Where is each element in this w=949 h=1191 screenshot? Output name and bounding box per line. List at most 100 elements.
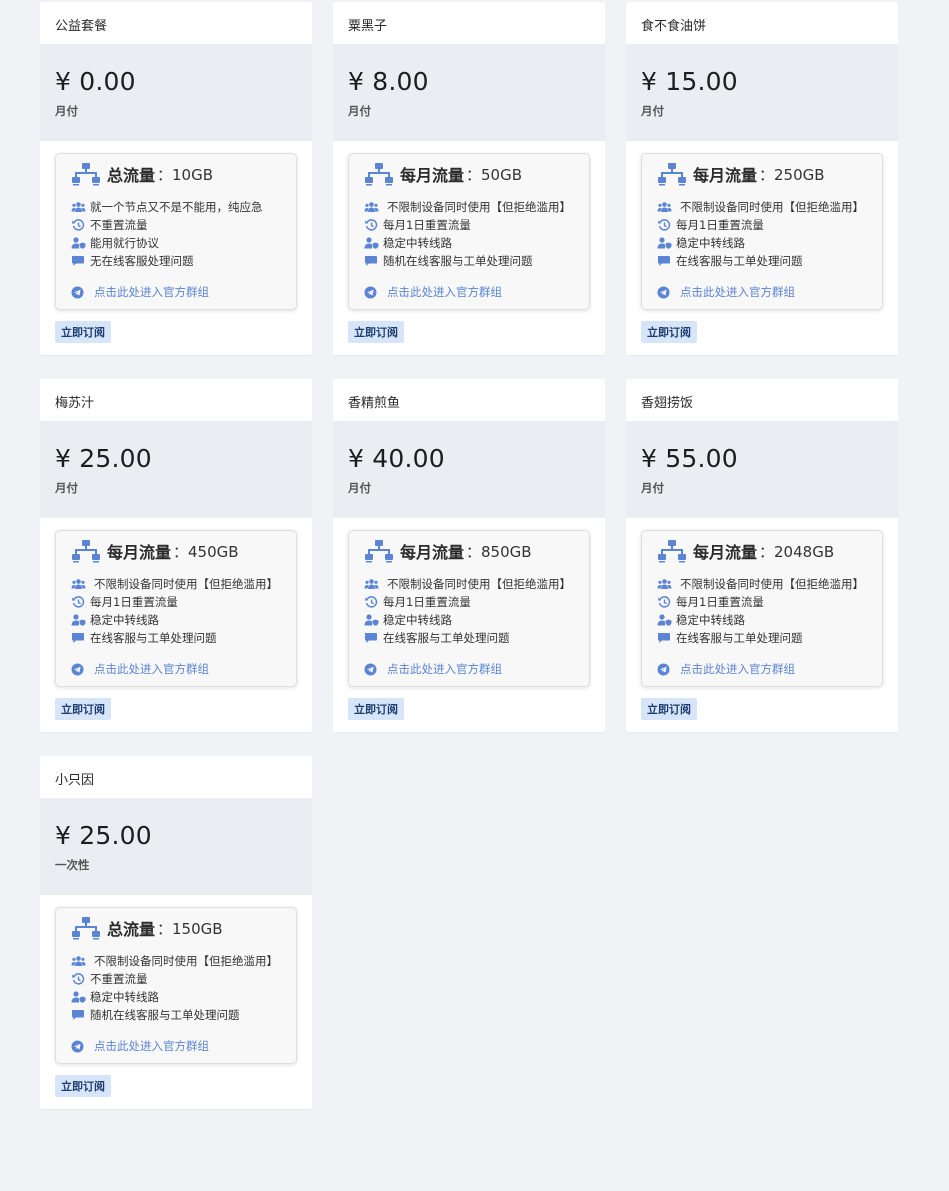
plan-card: 粟黑子 ¥ 8.00 月付 每月流量 ：50GB 不限制设备同时使用【但拒绝滥用…	[333, 2, 605, 355]
plan-name: 香翅捞饭	[641, 396, 694, 411]
subscribe-button[interactable]: 立即订阅	[348, 321, 404, 343]
group-link-text[interactable]: 点击此处进入官方群组	[94, 284, 209, 300]
chat-icon	[657, 632, 672, 644]
users-icon	[364, 578, 379, 590]
feature-list: 不限制设备同时使用【但拒绝滥用】 每月1日重置流量 稳定中转线路 在线客服与工单处理问…	[71, 575, 281, 647]
plan-price: ¥ 0.00	[55, 67, 136, 96]
subscribe-button[interactable]: 立即订阅	[55, 321, 111, 343]
billing-period: 月付	[348, 481, 371, 495]
official-group-link[interactable]: 点击此处进入官方群组	[71, 283, 281, 301]
plan-card: 小只因 ¥ 25.00 一次性 总流量 ：150GB 不限制设备同时使用【但拒绝…	[40, 756, 312, 1109]
feature-text: 每月1日重置流量	[90, 595, 178, 609]
group-link-text[interactable]: 点击此处进入官方群组	[680, 661, 795, 677]
price-band: ¥ 40.00 月付	[333, 421, 605, 518]
feature-item: 随机在线客服与工单处理问题	[364, 252, 574, 270]
subscribe-button[interactable]: 立即订阅	[55, 698, 111, 720]
feature-item: 稳定中转线路	[71, 988, 281, 1006]
network-icon	[71, 162, 101, 186]
network-icon	[657, 539, 687, 563]
users-icon	[657, 578, 672, 590]
plan-price: ¥ 15.00	[641, 67, 738, 96]
feature-item: 每月1日重置流量	[657, 216, 867, 234]
telegram-icon	[364, 663, 377, 676]
plan-card: 公益套餐 ¥ 0.00 月付 总流量 ：10GB 就一个节点又不是不能用，纯应急…	[40, 2, 312, 355]
feature-text: 不限制设备同时使用【但拒绝滥用】	[680, 200, 864, 214]
feature-text: 不限制设备同时使用【但拒绝滥用】	[94, 954, 278, 968]
traffic-label: 每月流量	[400, 543, 465, 562]
plan-card: 梅苏汁 ¥ 25.00 月付 每月流量 ：450GB 不限制设备同时使用【但拒绝…	[40, 379, 312, 732]
feature-item: 在线客服与工单处理问题	[364, 629, 574, 647]
traffic-label: 每月流量	[107, 543, 172, 562]
traffic-row: 每月流量 ：450GB	[71, 536, 281, 566]
history-icon	[71, 596, 86, 608]
group-link-text[interactable]: 点击此处进入官方群组	[387, 661, 502, 677]
plan-card: 食不食油饼 ¥ 15.00 月付 每月流量 ：250GB 不限制设备同时使用【但…	[626, 2, 898, 355]
billing-period: 月付	[641, 104, 664, 118]
traffic-row: 每月流量 ：250GB	[657, 159, 867, 189]
feature-item: 不限制设备同时使用【但拒绝滥用】	[364, 198, 574, 216]
traffic-row: 总流量 ：10GB	[71, 159, 281, 189]
feature-item: 无在线客服处理问题	[71, 252, 281, 270]
telegram-icon	[364, 286, 377, 299]
chat-icon	[71, 1009, 86, 1021]
feature-list: 不限制设备同时使用【但拒绝滥用】 每月1日重置流量 稳定中转线路 随机在线客服与工单处…	[364, 198, 574, 270]
telegram-icon	[71, 663, 84, 676]
traffic-value: ：50GB	[466, 165, 523, 184]
feature-item: 稳定中转线路	[71, 611, 281, 629]
feature-list: 不限制设备同时使用【但拒绝滥用】 每月1日重置流量 稳定中转线路 在线客服与工单处理问…	[364, 575, 574, 647]
plan-price: ¥ 55.00	[641, 444, 738, 473]
subscribe-button[interactable]: 立即订阅	[55, 1075, 111, 1097]
official-group-link[interactable]: 点击此处进入官方群组	[657, 283, 867, 301]
feature-list: 不限制设备同时使用【但拒绝滥用】 不重置流量 稳定中转线路 随机在线客服与工单处理问题	[71, 952, 281, 1024]
official-group-link[interactable]: 点击此处进入官方群组	[657, 660, 867, 678]
plan-card: 香翅捞饭 ¥ 55.00 月付 每月流量 ：2048GB 不限制设备同时使用【但…	[626, 379, 898, 732]
billing-period: 一次性	[55, 858, 90, 872]
feature-text: 能用就行协议	[90, 236, 159, 250]
chat-icon	[364, 632, 379, 644]
traffic-label: 每月流量	[400, 166, 465, 185]
chat-icon	[71, 632, 86, 644]
traffic-value: ：150GB	[157, 919, 223, 938]
feature-item: 每月1日重置流量	[364, 593, 574, 611]
group-link-text[interactable]: 点击此处进入官方群组	[387, 284, 502, 300]
plan-card: 香精煎鱼 ¥ 40.00 月付 每月流量 ：850GB 不限制设备同时使用【但拒…	[333, 379, 605, 732]
group-link-text[interactable]: 点击此处进入官方群组	[94, 1038, 209, 1054]
history-icon	[71, 973, 86, 985]
network-icon	[364, 162, 394, 186]
plan-price: ¥ 8.00	[348, 67, 429, 96]
feature-item: 在线客服与工单处理问题	[657, 252, 867, 270]
feature-text: 稳定中转线路	[676, 236, 745, 250]
feature-text: 不限制设备同时使用【但拒绝滥用】	[387, 200, 571, 214]
subscribe-button[interactable]: 立即订阅	[348, 698, 404, 720]
feature-text: 随机在线客服与工单处理问题	[90, 1008, 240, 1022]
feature-list: 就一个节点又不是不能用，纯应急 不重置流量 能用就行协议 无在线客服处理问题	[71, 198, 281, 270]
official-group-link[interactable]: 点击此处进入官方群组	[71, 660, 281, 678]
plan-name: 公益套餐	[55, 19, 108, 34]
subscribe-button[interactable]: 立即订阅	[641, 698, 697, 720]
feature-item: 稳定中转线路	[657, 234, 867, 252]
traffic-label: 每月流量	[693, 543, 758, 562]
price-band: ¥ 25.00 月付	[40, 421, 312, 518]
plan-details-box: 每月流量 ：250GB 不限制设备同时使用【但拒绝滥用】每月1日重置流量稳定中转…	[641, 153, 883, 310]
plan-name: 粟黑子	[348, 19, 388, 34]
subscribe-button[interactable]: 立即订阅	[641, 321, 697, 343]
group-link-text[interactable]: 点击此处进入官方群组	[94, 661, 209, 677]
telegram-icon	[657, 663, 670, 676]
group-link-text[interactable]: 点击此处进入官方群组	[680, 284, 795, 300]
feature-text: 每月1日重置流量	[383, 595, 471, 609]
chat-icon	[364, 255, 379, 267]
feature-text: 就一个节点又不是不能用，纯应急	[90, 200, 263, 214]
traffic-value: ：10GB	[157, 165, 214, 184]
feature-text: 在线客服与工单处理问题	[383, 631, 510, 645]
feature-text: 无在线客服处理问题	[90, 254, 194, 268]
feature-item: 稳定中转线路	[364, 611, 574, 629]
official-group-link[interactable]: 点击此处进入官方群组	[71, 1037, 281, 1055]
traffic-label: 总流量	[107, 920, 156, 939]
official-group-link[interactable]: 点击此处进入官方群组	[364, 660, 574, 678]
official-group-link[interactable]: 点击此处进入官方群组	[364, 283, 574, 301]
price-band: ¥ 0.00 月付	[40, 44, 312, 141]
history-icon	[657, 596, 672, 608]
feature-text: 稳定中转线路	[90, 990, 159, 1004]
plan-name: 梅苏汁	[55, 396, 95, 411]
plan-price: ¥ 25.00	[55, 821, 152, 850]
